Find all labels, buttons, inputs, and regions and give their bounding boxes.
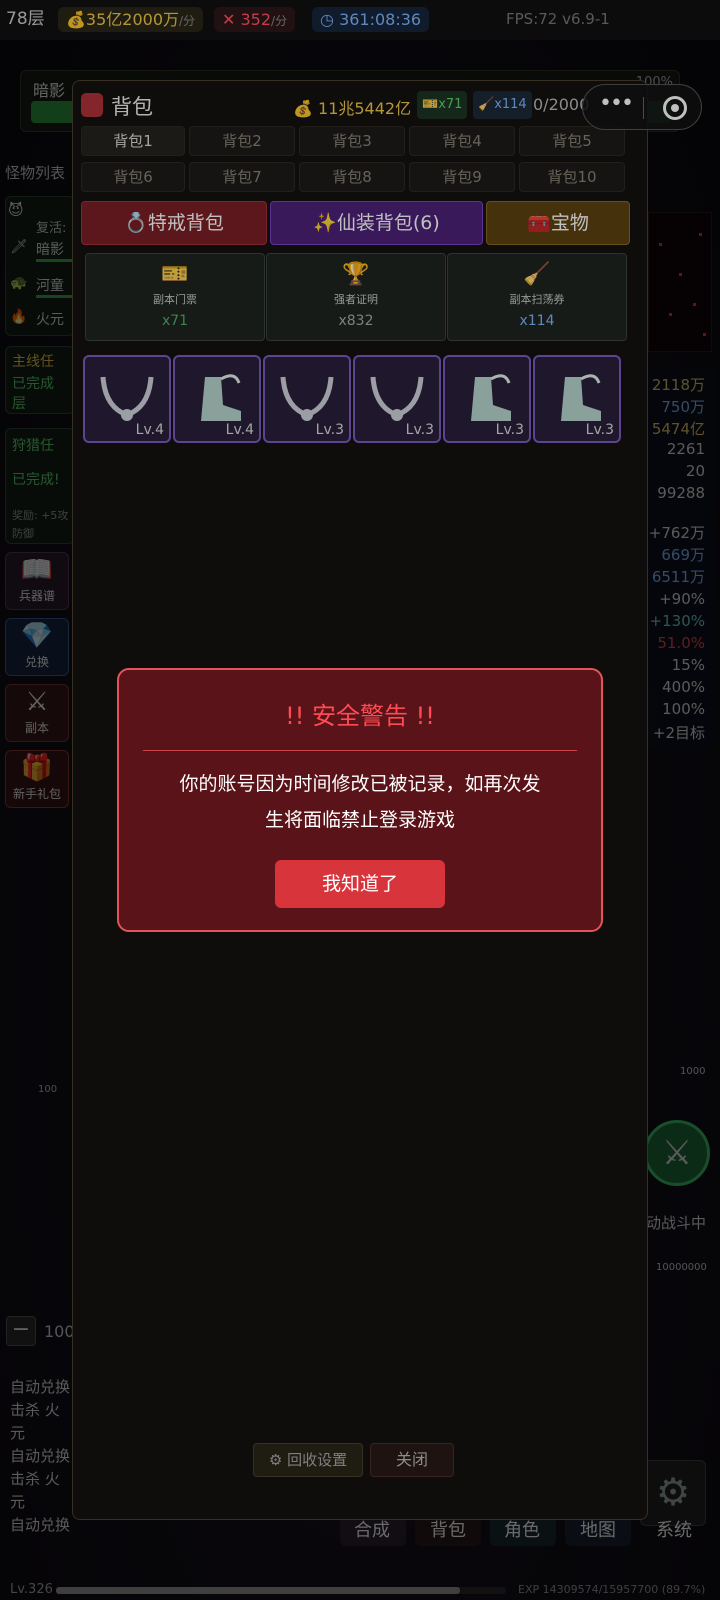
security-warning-dialog: !! 安全警告 !! 你的账号因为时间修改已被记录，如再次发 生将面临禁止登录游…	[117, 668, 603, 932]
dialog-message-line: 你的账号因为时间修改已被记录，如再次发	[179, 773, 541, 795]
acknowledge-button[interactable]: 我知道了	[275, 860, 445, 908]
dialog-title: !! 安全警告 !!	[285, 702, 435, 730]
dialog-divider	[143, 750, 577, 751]
dialog-message: 你的账号因为时间修改已被记录，如再次发 生将面临禁止登录游戏	[119, 766, 601, 838]
dialog-message-line: 生将面临禁止登录游戏	[264, 809, 455, 831]
